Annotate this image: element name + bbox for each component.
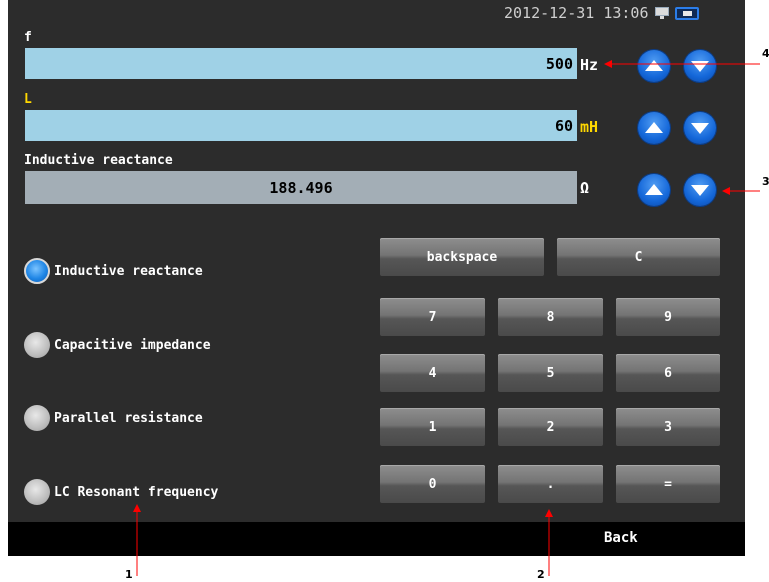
annotation-number-2: 2	[537, 568, 545, 581]
annotation-number-1: 1	[125, 568, 133, 581]
annotation-layer	[133, 60, 760, 576]
annotation-number-3: 3	[762, 175, 769, 188]
annotation-number-4: 4	[762, 47, 769, 60]
